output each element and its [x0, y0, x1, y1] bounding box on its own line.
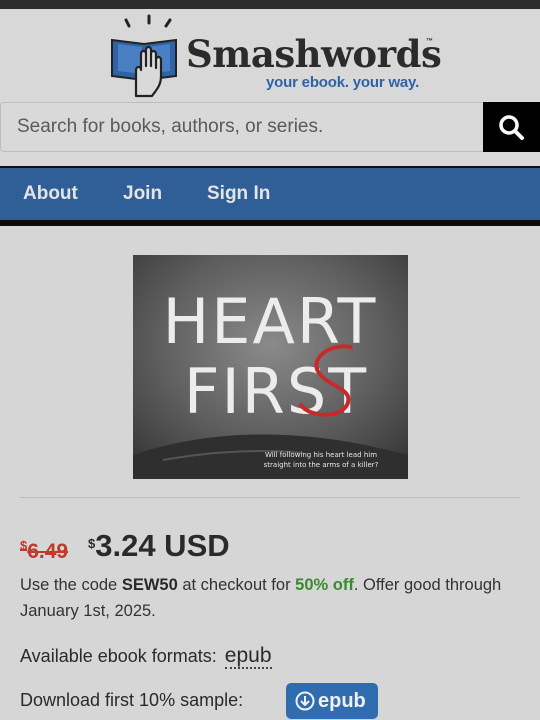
sample-label: Download first 10% sample:: [20, 690, 244, 710]
status-bar: [0, 0, 540, 9]
promo-message: Use the code SEW50 at checkout for 50% o…: [20, 576, 502, 620]
brand-tagline: your ebook. your way.: [266, 74, 420, 91]
cover-title-line2: FIRST: [184, 355, 368, 428]
available-formats: Available ebook formats: epub: [20, 644, 272, 669]
main-nav: About Join Sign In: [0, 166, 540, 226]
format-epub-link[interactable]: epub: [224, 644, 272, 669]
download-sample-button[interactable]: epub: [286, 683, 378, 719]
nav-about[interactable]: About: [23, 183, 78, 205]
search-bar: [0, 102, 540, 152]
formats-label: Available ebook formats:: [20, 646, 217, 666]
original-price: $6.49: [20, 538, 69, 563]
book-hand-icon: [111, 14, 177, 98]
promo-code: SEW50: [121, 576, 178, 594]
divider: [20, 497, 520, 498]
nav-join[interactable]: Join: [123, 183, 162, 205]
download-circle-icon: [295, 691, 315, 711]
search-icon: [499, 115, 524, 140]
search-button[interactable]: [483, 102, 540, 152]
trademark-symbol: ™: [426, 38, 433, 45]
sample-button-label: epub: [318, 689, 366, 712]
nav-sign-in[interactable]: Sign In: [207, 183, 270, 205]
book-detail: HEART FIRST Will following his heart lea…: [0, 226, 540, 720]
search-input[interactable]: [0, 102, 483, 152]
cover-blurb-line1: Will following his heart lead him: [265, 451, 377, 459]
brand-name: Smashwords: [186, 32, 442, 76]
sale-price: $3.24 USD: [88, 528, 230, 563]
smashwords-logo[interactable]: Smashwords ™ your ebook. your way.: [104, 14, 444, 98]
book-cover[interactable]: HEART FIRST Will following his heart lea…: [133, 255, 408, 479]
cover-blurb-line2: straight into the arms of a killer?: [264, 461, 379, 469]
discount-text: 50% off: [295, 576, 354, 594]
